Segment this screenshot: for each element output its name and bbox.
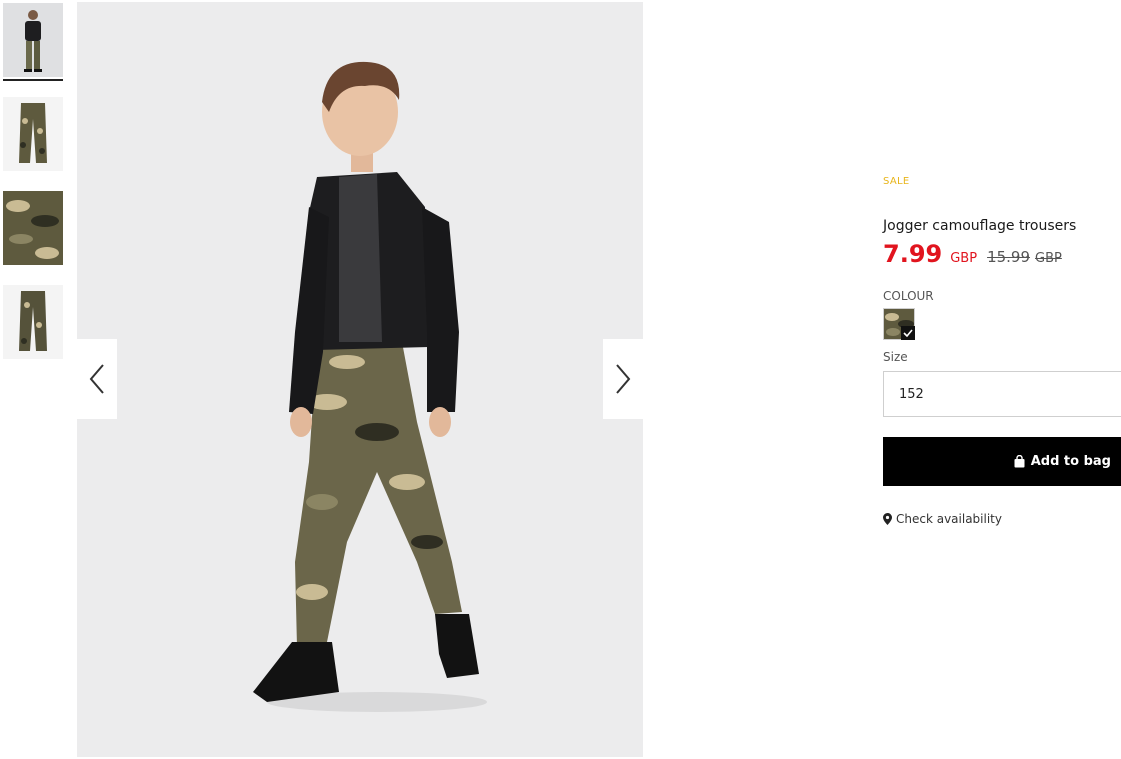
colour-label: COLOUR [883, 289, 934, 303]
next-image-button[interactable] [603, 339, 643, 419]
chevron-left-icon [89, 364, 104, 394]
check-icon [901, 326, 915, 340]
thumbnail-image-model [3, 3, 63, 77]
thumbnail-3[interactable] [3, 191, 63, 265]
previous-image-button[interactable] [77, 339, 117, 419]
thumbnail-list [3, 3, 63, 379]
price-current: 7.99 [883, 240, 943, 268]
price-old-currency: GBP [1035, 251, 1062, 266]
thumbnail-1[interactable] [3, 3, 63, 81]
model-photo [77, 2, 643, 757]
check-availability-label: Check availability [896, 512, 1002, 526]
price-old: 15.99 [987, 248, 1031, 266]
size-select[interactable]: 152 [883, 371, 1121, 417]
colour-swatch-camouflage[interactable] [883, 308, 915, 340]
thumbnail-image-fabric-detail [3, 191, 63, 265]
size-label: Size [883, 350, 908, 364]
thumbnail-image-trousers-back [3, 285, 63, 359]
thumbnail-4[interactable] [3, 285, 63, 359]
chevron-right-icon [616, 364, 631, 394]
add-to-bag-label: Add to bag [1030, 454, 1111, 469]
location-pin-icon [883, 513, 892, 525]
sale-badge: SALE [883, 176, 910, 187]
product-info-panel: SALE Jogger camouflage trousers 7.99 GBP… [883, 176, 1121, 526]
add-to-bag-button[interactable]: Add to bag [883, 437, 1121, 486]
size-select-value: 152 [899, 386, 924, 402]
price-current-currency: GBP [950, 251, 978, 266]
thumbnail-2[interactable] [3, 97, 63, 171]
product-title: Jogger camouflage trousers [883, 218, 1077, 234]
check-availability-link[interactable]: Check availability [883, 512, 1121, 526]
price-block: 7.99 GBP 15.99 GBP [883, 240, 1121, 274]
thumbnail-image-trousers-front [3, 97, 63, 171]
bag-icon [1013, 455, 1026, 468]
main-product-image [77, 2, 643, 757]
